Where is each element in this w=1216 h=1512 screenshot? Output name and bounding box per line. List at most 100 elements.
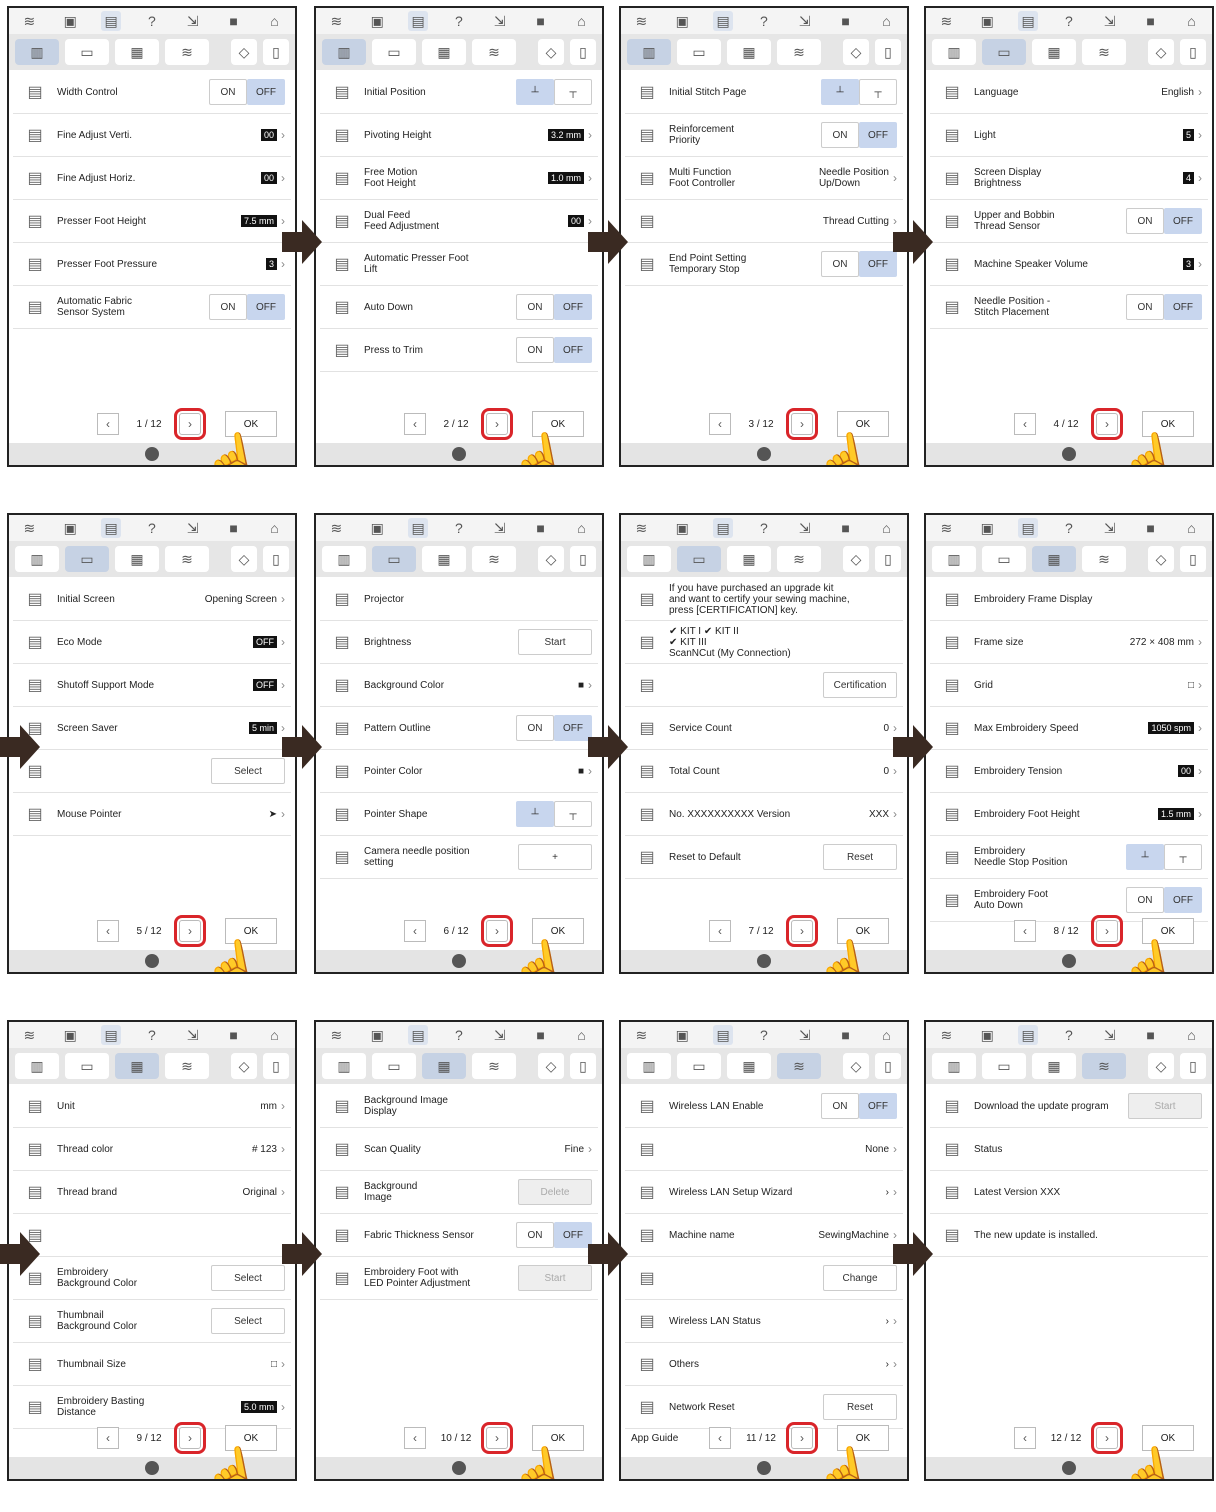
chevron-right-icon[interactable]: › bbox=[281, 1185, 291, 1199]
position-option-icon[interactable]: ┴ bbox=[1126, 844, 1164, 870]
edit-icon[interactable]: ◇ bbox=[1148, 39, 1174, 65]
general-settings-tab-icon[interactable]: ▭ bbox=[677, 39, 721, 65]
chevron-right-icon[interactable]: › bbox=[281, 678, 291, 692]
thread-icon[interactable]: ⇲ bbox=[183, 518, 203, 538]
lock-icon[interactable]: ■ bbox=[1141, 1025, 1161, 1045]
prev-page-button[interactable]: ‹ bbox=[404, 920, 426, 942]
action-button[interactable]: Start bbox=[518, 629, 592, 655]
on-button[interactable]: ON bbox=[209, 294, 247, 320]
setting-row[interactable]: ▤ Camera needle position setting + bbox=[320, 836, 598, 879]
general-settings-tab-icon[interactable]: ▭ bbox=[677, 1053, 721, 1079]
on-button[interactable]: ON bbox=[1126, 887, 1164, 913]
setting-row[interactable]: ▤ Reinforcement Priority ON OFF bbox=[625, 114, 903, 157]
setting-row[interactable]: ▤ Scan Quality Fine › bbox=[320, 1128, 598, 1171]
fullscreen-icon[interactable]: ▯ bbox=[1180, 39, 1206, 65]
next-page-button[interactable]: › bbox=[786, 408, 818, 440]
help-icon[interactable]: ? bbox=[754, 518, 774, 538]
sewing-settings-tab-icon[interactable]: ▥ bbox=[932, 1053, 976, 1079]
fullscreen-icon[interactable]: ▯ bbox=[263, 39, 289, 65]
on-off-toggle[interactable]: ON OFF bbox=[516, 715, 592, 741]
page-icon[interactable]: ▤ bbox=[101, 11, 122, 31]
chevron-right-icon[interactable]: › bbox=[1198, 721, 1208, 735]
sewing-settings-tab-icon[interactable]: ▥ bbox=[932, 546, 976, 572]
on-button[interactable]: ON bbox=[516, 294, 554, 320]
wifi-icon[interactable]: ≋ bbox=[631, 1025, 651, 1045]
setting-row[interactable]: ▤ Reset to Default Reset bbox=[625, 836, 903, 879]
embroidery-settings-tab-icon[interactable]: ▦ bbox=[1032, 39, 1076, 65]
off-button[interactable]: OFF bbox=[859, 251, 897, 277]
embroidery-settings-tab-icon[interactable]: ▦ bbox=[115, 546, 159, 572]
on-off-toggle[interactable]: ON OFF bbox=[1126, 294, 1202, 320]
off-button[interactable]: OFF bbox=[554, 715, 592, 741]
edit-icon[interactable]: ◇ bbox=[538, 546, 564, 572]
wireless-tab-icon[interactable]: ≋ bbox=[777, 1053, 821, 1079]
chevron-right-icon[interactable]: › bbox=[281, 635, 291, 649]
fullscreen-icon[interactable]: ▯ bbox=[263, 546, 289, 572]
fullscreen-icon[interactable]: ▯ bbox=[875, 546, 901, 572]
home-icon[interactable]: ⌂ bbox=[264, 518, 284, 538]
action-button[interactable]: Select bbox=[211, 758, 285, 784]
chevron-right-icon[interactable]: › bbox=[281, 1400, 291, 1414]
chevron-right-icon[interactable]: › bbox=[281, 807, 291, 821]
position-option-icon[interactable]: ┬ bbox=[554, 79, 592, 105]
wifi-icon[interactable]: ≋ bbox=[936, 1025, 956, 1045]
home-icon[interactable]: ⌂ bbox=[571, 518, 591, 538]
chevron-right-icon[interactable]: › bbox=[1198, 635, 1208, 649]
sewing-settings-tab-icon[interactable]: ▥ bbox=[15, 546, 59, 572]
general-settings-tab-icon[interactable]: ▭ bbox=[372, 546, 416, 572]
setting-row[interactable]: ▤ Latest Version XXX bbox=[930, 1171, 1208, 1214]
prev-page-button[interactable]: ‹ bbox=[404, 1427, 426, 1449]
wifi-icon[interactable]: ≋ bbox=[19, 518, 39, 538]
off-button[interactable]: OFF bbox=[247, 79, 285, 105]
wireless-tab-icon[interactable]: ≋ bbox=[472, 1053, 516, 1079]
chevron-right-icon[interactable]: › bbox=[893, 171, 903, 185]
next-page-button[interactable]: › bbox=[1091, 1422, 1123, 1454]
next-page-button[interactable]: › bbox=[481, 408, 513, 440]
page-icon[interactable]: ▤ bbox=[101, 518, 122, 538]
home-button-icon[interactable] bbox=[1062, 447, 1076, 461]
setting-row[interactable]: ▤ Fabric Thickness Sensor ON OFF bbox=[320, 1214, 598, 1257]
chevron-right-icon[interactable]: › bbox=[893, 807, 903, 821]
general-settings-tab-icon[interactable]: ▭ bbox=[677, 546, 721, 572]
setting-row[interactable]: ▤ Select bbox=[13, 750, 291, 793]
edit-icon[interactable]: ◇ bbox=[231, 1053, 257, 1079]
embroidery-settings-tab-icon[interactable]: ▦ bbox=[115, 39, 159, 65]
prev-page-button[interactable]: ‹ bbox=[97, 413, 119, 435]
setting-row[interactable]: ▤ Embroidery Tension 00 › bbox=[930, 750, 1208, 793]
wifi-icon[interactable]: ≋ bbox=[326, 11, 346, 31]
setting-row[interactable]: ▤ Thread Cutting › bbox=[625, 200, 903, 243]
page-icon[interactable]: ▤ bbox=[408, 518, 429, 538]
setting-row[interactable]: ▤ Presser Foot Height 7.5 mm › bbox=[13, 200, 291, 243]
fullscreen-icon[interactable]: ▯ bbox=[875, 1053, 901, 1079]
home-button-icon[interactable] bbox=[757, 1461, 771, 1475]
on-off-toggle[interactable]: ON OFF bbox=[1126, 208, 1202, 234]
wireless-tab-icon[interactable]: ≋ bbox=[472, 546, 516, 572]
position-selector[interactable]: ┴ ┬ bbox=[516, 801, 592, 827]
on-off-toggle[interactable]: ON OFF bbox=[209, 79, 285, 105]
sewing-settings-tab-icon[interactable]: ▥ bbox=[627, 39, 671, 65]
setting-row[interactable]: ▤ Presser Foot Pressure 3 › bbox=[13, 243, 291, 286]
setting-row[interactable]: ▤ Brightness Start bbox=[320, 621, 598, 664]
setting-row[interactable]: ▤ No. XXXXXXXXXX Version XXX › bbox=[625, 793, 903, 836]
home-button-icon[interactable] bbox=[1062, 954, 1076, 968]
next-page-button[interactable]: › bbox=[1091, 915, 1123, 947]
embroidery-settings-tab-icon[interactable]: ▦ bbox=[727, 39, 771, 65]
fullscreen-icon[interactable]: ▯ bbox=[570, 546, 596, 572]
setting-row[interactable]: ▤ Auto Down ON OFF bbox=[320, 286, 598, 329]
help-icon[interactable]: ? bbox=[142, 518, 162, 538]
setting-row[interactable]: ▤ Initial Screen Opening Screen › bbox=[13, 578, 291, 621]
position-selector[interactable]: ┴ ┬ bbox=[821, 79, 897, 105]
embroidery-settings-tab-icon[interactable]: ▦ bbox=[727, 546, 771, 572]
setting-row[interactable]: ▤ Fine Adjust Verti. 00 › bbox=[13, 114, 291, 157]
camera-icon[interactable]: ▣ bbox=[367, 1025, 387, 1045]
on-off-toggle[interactable]: ON OFF bbox=[821, 251, 897, 277]
wireless-tab-icon[interactable]: ≋ bbox=[165, 1053, 209, 1079]
prev-page-button[interactable]: ‹ bbox=[709, 413, 731, 435]
setting-row[interactable]: ▤ Projector bbox=[320, 578, 598, 621]
lock-icon[interactable]: ■ bbox=[836, 11, 856, 31]
sewing-settings-tab-icon[interactable]: ▥ bbox=[322, 1053, 366, 1079]
action-button[interactable]: Delete bbox=[518, 1179, 592, 1205]
on-off-toggle[interactable]: ON OFF bbox=[209, 294, 285, 320]
thread-icon[interactable]: ⇲ bbox=[183, 1025, 203, 1045]
setting-row[interactable]: ▤ Embroidery Background Color Select bbox=[13, 1257, 291, 1300]
